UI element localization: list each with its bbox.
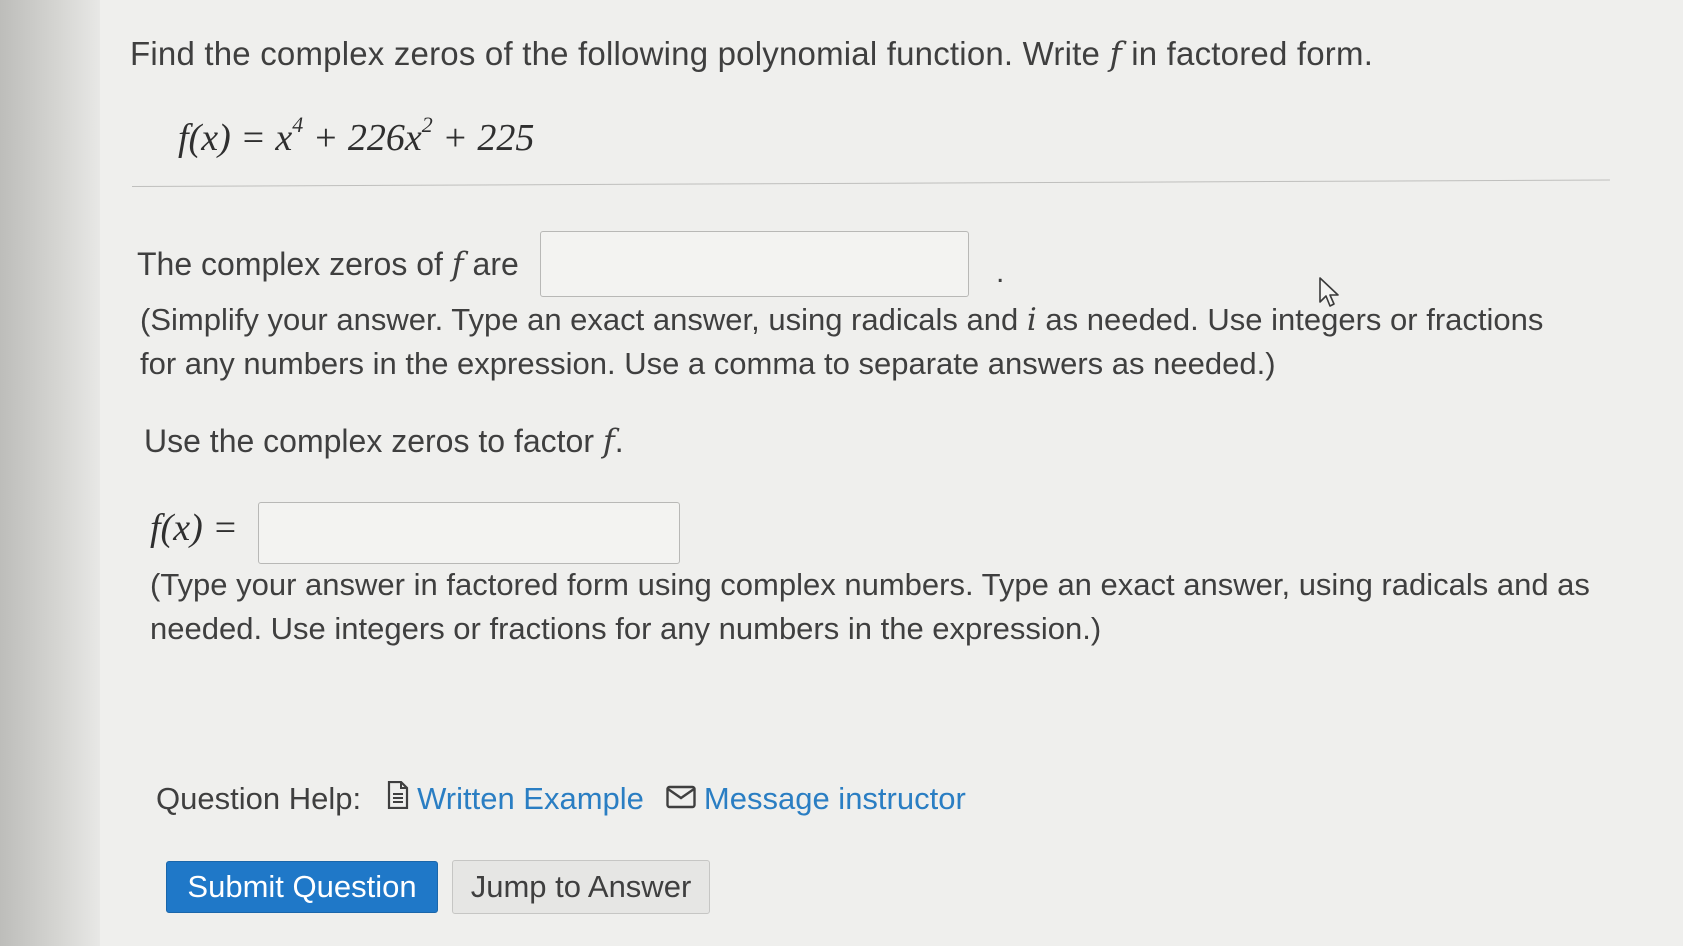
factor-prompt: Use the complex zeros to factor f. — [144, 422, 624, 460]
question-help: Question Help: Written Example Message i… — [156, 780, 966, 817]
zeros-period: . — [996, 256, 1005, 289]
document-icon — [387, 780, 409, 817]
message-instructor-label: Message instructor — [703, 781, 966, 816]
left-shade — [0, 0, 100, 946]
factor-instructions: (Type your answer in factored form using… — [150, 567, 1590, 646]
mouse-pointer-icon — [1318, 276, 1342, 315]
factored-form-input[interactable] — [258, 502, 680, 564]
written-example-link[interactable]: Written Example — [387, 780, 644, 817]
question-title: Find the complex zeros of the following … — [130, 34, 1374, 73]
submit-question-button[interactable]: Submit Question — [166, 861, 438, 913]
zeros-prompt: The complex zeros of f are — [137, 245, 519, 283]
zeros-instructions: (Simplify your answer. Type an exact ans… — [140, 302, 1544, 381]
polynomial-formula: f(x) = x4 + 226x2 + 225 — [178, 112, 535, 159]
jump-to-answer-button[interactable]: Jump to Answer — [452, 860, 710, 914]
page: Find the complex zeros of the following … — [0, 0, 1683, 946]
question-help-label: Question Help: — [156, 781, 362, 816]
zeros-answer-input[interactable] — [540, 231, 969, 297]
message-instructor-link[interactable]: Message instructor — [666, 781, 966, 817]
written-example-label: Written Example — [417, 781, 644, 816]
envelope-icon — [666, 781, 696, 817]
fx-label: f(x) = — [150, 507, 238, 549]
